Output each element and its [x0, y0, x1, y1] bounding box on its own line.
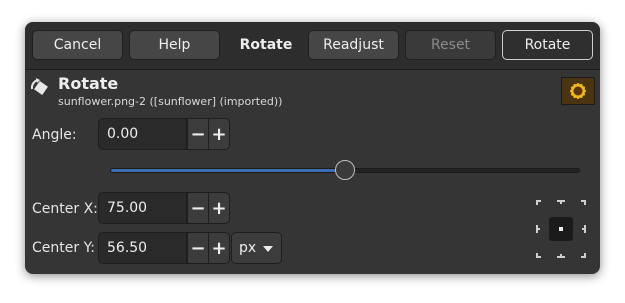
- center-y-input[interactable]: 56.50: [98, 232, 187, 264]
- rotate-button[interactable]: Rotate: [502, 30, 593, 60]
- angle-input[interactable]: 0.00: [98, 118, 187, 150]
- angle-slider-fill: [111, 169, 346, 172]
- unit-value: px: [239, 240, 257, 256]
- center-x-increment-button[interactable]: +: [208, 192, 230, 224]
- readjust-button[interactable]: Readjust: [308, 30, 399, 60]
- center-x-label: Center X:: [32, 201, 98, 217]
- angle-increment-button[interactable]: +: [208, 118, 230, 150]
- unit-select[interactable]: px: [231, 232, 282, 264]
- cancel-button[interactable]: Cancel: [32, 30, 123, 60]
- center-y-decrement-button[interactable]: −: [187, 232, 209, 264]
- reset-button[interactable]: Reset: [405, 30, 496, 60]
- image-subtitle: sunflower.png-2 ([sunflower] (imported)): [58, 95, 283, 108]
- angle-slider-handle[interactable]: [335, 160, 355, 180]
- dialog-title: Rotate: [239, 37, 293, 53]
- angle-decrement-button[interactable]: −: [187, 118, 209, 150]
- center-y-increment-button[interactable]: +: [208, 232, 230, 264]
- center-x-decrement-button[interactable]: −: [187, 192, 209, 224]
- pivot-selector[interactable]: [533, 197, 589, 261]
- sunflower-thumbnail: [561, 77, 595, 105]
- rotate-dialog: Cancel Help Rotate Readjust Reset Rotate…: [25, 22, 600, 274]
- center-x-input[interactable]: 75.00: [98, 192, 187, 224]
- rotate-tool-icon: [30, 78, 48, 95]
- pivot-center[interactable]: [549, 217, 573, 241]
- tool-name: Rotate: [58, 74, 119, 93]
- help-button[interactable]: Help: [129, 30, 220, 60]
- angle-label: Angle:: [32, 127, 77, 143]
- chevron-down-icon: [263, 246, 273, 252]
- center-y-label: Center Y:: [32, 240, 95, 256]
- header-bar: Cancel Help Rotate Readjust Reset Rotate: [25, 22, 600, 70]
